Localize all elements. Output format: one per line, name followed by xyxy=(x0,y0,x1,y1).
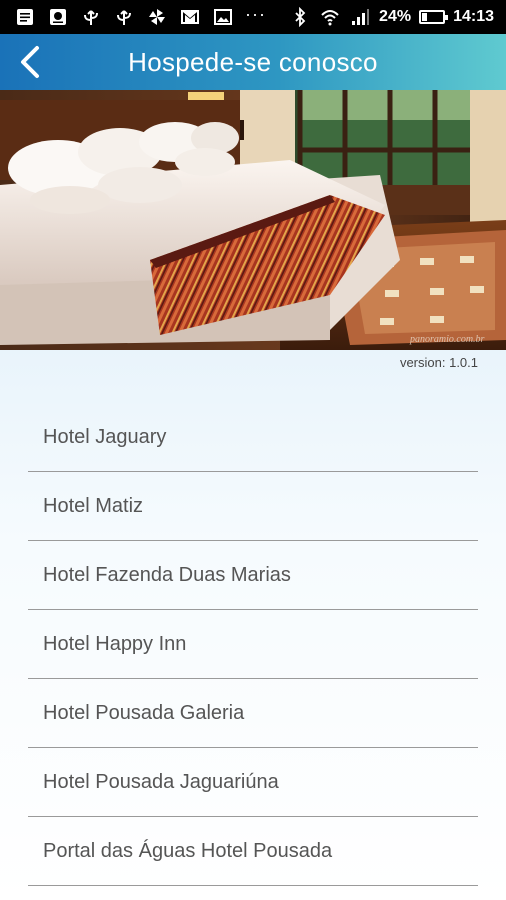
hotel-list-item[interactable]: Hotel Fazenda Duas Marias xyxy=(28,541,478,610)
bluetooth-icon xyxy=(289,6,311,28)
app-header: Hospede-se conosco xyxy=(0,34,506,90)
hotel-list: Hotel Jaguary Hotel Matiz Hotel Fazenda Du… xyxy=(28,404,478,886)
status-bar: ··· 24% 14:13 xyxy=(0,0,506,34)
battery-icon xyxy=(419,10,449,24)
content-area: version: 1.0.1 Hotel Jaguary Hotel Matiz H… xyxy=(0,350,506,900)
chevron-left-icon xyxy=(21,46,39,78)
usb-icon xyxy=(80,6,102,28)
hotel-list-item[interactable]: Hotel Jaguary xyxy=(28,404,478,472)
photo-watermark: panoramio.com.br xyxy=(409,334,485,345)
page-title: Hospede-se conosco xyxy=(128,46,378,77)
system-status: 24% 14:13 xyxy=(289,6,506,28)
back-button[interactable] xyxy=(10,42,50,82)
hotel-list-item[interactable]: Hotel Pousada Jaguariúna xyxy=(28,748,478,817)
battery-percent: 24% xyxy=(379,8,412,25)
overflow-indicator: ··· xyxy=(245,4,266,24)
hotel-room-photo: panoramio.com.br xyxy=(0,90,506,350)
hotel-list-item[interactable]: Hotel Happy Inn xyxy=(28,610,478,679)
battery-level xyxy=(422,13,428,21)
gmail-icon xyxy=(179,6,201,28)
clock: 14:13 xyxy=(453,8,494,25)
notes-icon xyxy=(14,6,36,28)
hotel-list-item[interactable]: Hotel Pousada Galeria xyxy=(28,679,478,748)
version-label: version: 1.0.1 xyxy=(399,355,478,370)
recorder-icon xyxy=(47,6,69,28)
usb-icon xyxy=(113,6,135,28)
hotel-list-item[interactable]: Hotel Matiz xyxy=(28,472,478,541)
signal-icon xyxy=(349,6,371,28)
gallery-icon xyxy=(212,6,234,28)
pinwheel-icon xyxy=(146,6,168,28)
wifi-icon xyxy=(319,6,341,28)
hotel-list-item[interactable]: Portal das Águas Hotel Pousada xyxy=(28,817,478,886)
notification-icons: ··· xyxy=(0,4,266,28)
